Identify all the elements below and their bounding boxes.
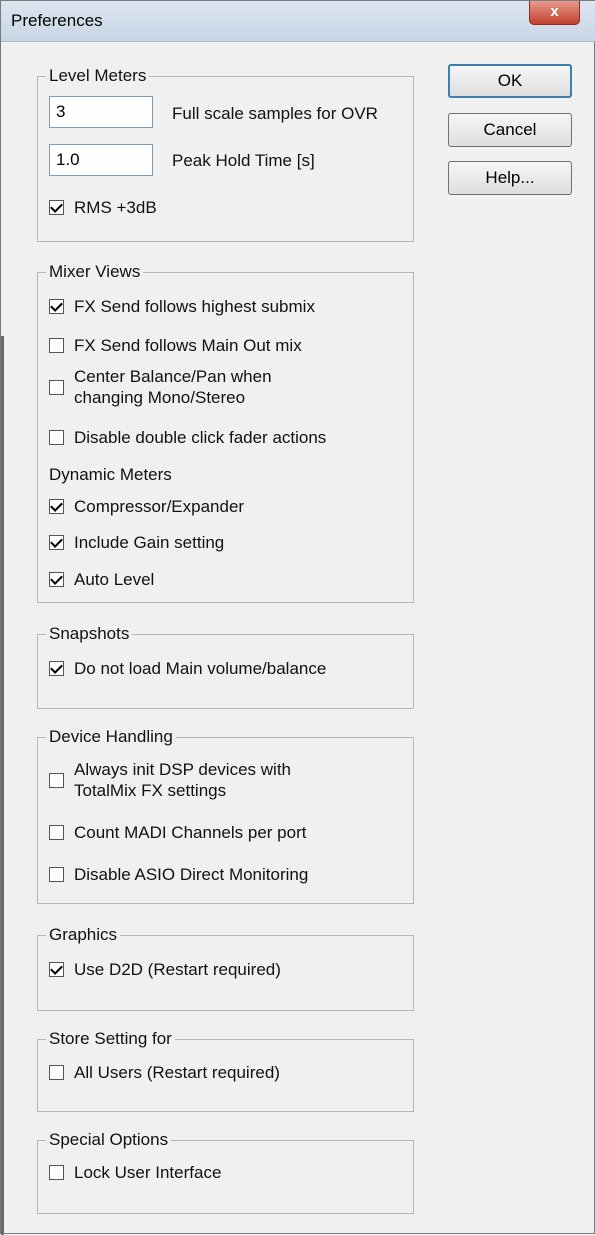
do-not-load-main-row[interactable]: Do not load Main volume/balance xyxy=(49,656,326,680)
include-gain-checkbox[interactable] xyxy=(49,534,64,550)
ok-button[interactable]: OK xyxy=(448,64,572,98)
level-meters-legend: Level Meters xyxy=(46,66,150,86)
special-options-legend: Special Options xyxy=(46,1130,172,1150)
center-balance-row[interactable]: Center Balance/Pan when changing Mono/St… xyxy=(49,361,334,413)
always-init-dsp-checkbox[interactable] xyxy=(49,772,64,788)
disable-double-click-row[interactable]: Disable double click fader actions xyxy=(49,425,326,449)
count-madi-label: Count MADI Channels per port xyxy=(74,822,307,842)
fx-send-main-out-row[interactable]: FX Send follows Main Out mix xyxy=(49,333,302,357)
disable-double-click-label: Disable double click fader actions xyxy=(74,427,327,447)
disable-asio-row[interactable]: Disable ASIO Direct Monitoring xyxy=(49,862,308,886)
fx-send-highest-checkbox[interactable] xyxy=(49,298,64,314)
help-button[interactable]: Help... xyxy=(448,161,572,195)
window-title: Preferences xyxy=(11,11,103,30)
always-init-dsp-label: Always init DSP devices with TotalMix FX… xyxy=(74,760,291,800)
all-users-row[interactable]: All Users (Restart required) xyxy=(49,1060,280,1084)
fx-send-highest-row[interactable]: FX Send follows highest submix xyxy=(49,294,315,318)
level-meters-group: Level Meters Full scale samples for OVR … xyxy=(37,66,414,242)
include-gain-row[interactable]: Include Gain setting xyxy=(49,530,224,554)
snapshots-group: Snapshots Do not load Main volume/balanc… xyxy=(37,624,414,709)
ovr-samples-input[interactable] xyxy=(49,96,153,128)
ovr-samples-label: Full scale samples for OVR xyxy=(172,104,378,123)
graphics-group: Graphics Use D2D (Restart required) xyxy=(37,925,414,1011)
count-madi-row[interactable]: Count MADI Channels per port xyxy=(49,820,306,844)
disable-asio-checkbox[interactable] xyxy=(49,866,64,882)
store-setting-group: Store Setting for All Users (Restart req… xyxy=(37,1029,414,1112)
peak-hold-label: Peak Hold Time [s] xyxy=(172,151,315,170)
use-d2d-label: Use D2D (Restart required) xyxy=(74,959,281,979)
device-handling-group: Device Handling Always init DSP devices … xyxy=(37,727,414,904)
close-icon: x xyxy=(550,3,559,20)
lock-user-interface-checkbox[interactable] xyxy=(49,1164,64,1180)
use-d2d-row[interactable]: Use D2D (Restart required) xyxy=(49,957,281,981)
disable-asio-label: Disable ASIO Direct Monitoring xyxy=(74,864,309,884)
count-madi-checkbox[interactable] xyxy=(49,824,64,840)
snapshots-legend: Snapshots xyxy=(46,624,133,644)
center-balance-checkbox[interactable] xyxy=(49,379,64,395)
use-d2d-checkbox[interactable] xyxy=(49,961,64,977)
compressor-expander-checkbox[interactable] xyxy=(49,498,64,514)
all-users-label: All Users (Restart required) xyxy=(74,1062,280,1082)
store-setting-legend: Store Setting for xyxy=(46,1029,175,1049)
lock-user-interface-row[interactable]: Lock User Interface xyxy=(49,1160,221,1184)
compressor-expander-row[interactable]: Compressor/Expander xyxy=(49,494,244,518)
auto-level-row[interactable]: Auto Level xyxy=(49,567,154,591)
window-left-edge xyxy=(1,336,4,1235)
rms-label: RMS +3dB xyxy=(74,197,157,217)
cancel-button[interactable]: Cancel xyxy=(448,113,572,147)
title-bar[interactable]: Preferences x xyxy=(1,1,595,42)
include-gain-label: Include Gain setting xyxy=(74,532,225,552)
peak-hold-input[interactable] xyxy=(49,144,153,176)
dynamic-meters-label: Dynamic Meters xyxy=(49,465,172,484)
all-users-checkbox[interactable] xyxy=(49,1064,64,1080)
auto-level-label: Auto Level xyxy=(74,569,155,589)
rms-checkbox-row[interactable]: RMS +3dB xyxy=(49,195,157,219)
mixer-views-legend: Mixer Views xyxy=(46,262,144,282)
special-options-group: Special Options Lock User Interface xyxy=(37,1130,414,1214)
center-balance-label: Center Balance/Pan when changing Mono/St… xyxy=(74,367,272,407)
close-button[interactable]: x xyxy=(529,1,580,25)
mixer-views-group: Mixer Views FX Send follows highest subm… xyxy=(37,262,414,603)
graphics-legend: Graphics xyxy=(46,925,121,945)
compressor-expander-label: Compressor/Expander xyxy=(74,496,245,516)
disable-double-click-checkbox[interactable] xyxy=(49,429,64,445)
auto-level-checkbox[interactable] xyxy=(49,571,64,587)
preferences-dialog: Preferences x OK Cancel Help... Level Me… xyxy=(0,0,595,1235)
fx-send-highest-label: FX Send follows highest submix xyxy=(74,296,315,316)
do-not-load-main-checkbox[interactable] xyxy=(49,660,64,676)
fx-send-main-out-checkbox[interactable] xyxy=(49,337,64,353)
rms-checkbox[interactable] xyxy=(49,199,64,215)
lock-user-interface-label: Lock User Interface xyxy=(74,1162,222,1182)
do-not-load-main-label: Do not load Main volume/balance xyxy=(74,658,327,678)
always-init-dsp-row[interactable]: Always init DSP devices with TotalMix FX… xyxy=(49,754,334,806)
device-handling-legend: Device Handling xyxy=(46,727,176,747)
fx-send-main-out-label: FX Send follows Main Out mix xyxy=(74,335,302,355)
